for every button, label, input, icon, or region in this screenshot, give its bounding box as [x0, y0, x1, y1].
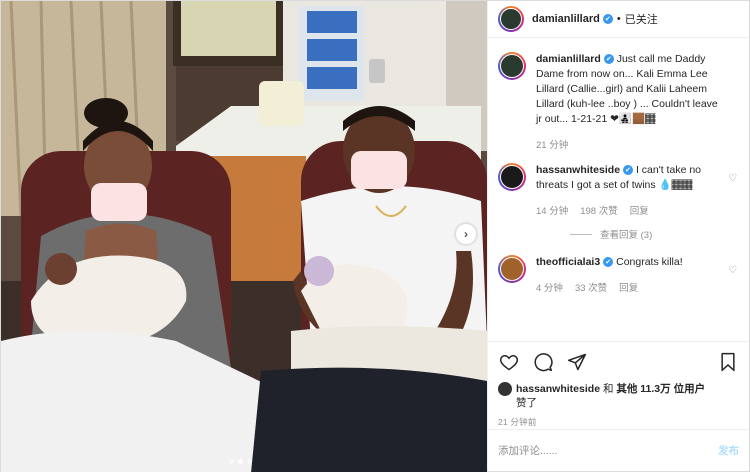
post-side-panel: damianlillard ✔ • 已关注 damianlillard ✔ Jus…	[487, 1, 749, 471]
carousel-next-button[interactable]: ›	[456, 224, 476, 244]
view-replies-label: 查看回复 (3)	[600, 230, 653, 241]
post-photo[interactable]: ›	[1, 1, 487, 472]
post-comment-button[interactable]: 发布	[718, 443, 739, 458]
reply-button[interactable]: 回复	[619, 280, 638, 294]
likes-text: hassanwhiteside 和 其他 11.3万 位用户 赞了	[516, 382, 705, 410]
caption: damianlillard ✔ Just call me Daddy Dame f…	[498, 52, 739, 151]
comment-time[interactable]: 14 分钟	[536, 203, 568, 217]
avatar[interactable]	[498, 6, 524, 32]
likes-summary[interactable]: hassanwhiteside 和 其他 11.3万 位用户 赞了	[498, 382, 739, 410]
caption-meta: 21 分钟	[536, 137, 719, 151]
avatar[interactable]	[498, 163, 526, 191]
post-header: damianlillard ✔ • 已关注	[488, 1, 749, 38]
follow-status-button[interactable]: 已关注	[625, 11, 658, 27]
carousel-dot	[229, 459, 234, 464]
caption-body: damianlillard ✔ Just call me Daddy Dame f…	[536, 52, 739, 151]
caption-time[interactable]: 21 分钟	[536, 137, 568, 151]
avatar[interactable]	[498, 52, 526, 80]
chevron-right-icon: ›	[464, 227, 468, 241]
comment-username[interactable]: hassanwhiteside	[536, 164, 620, 176]
avatar-image	[500, 54, 524, 78]
likes-suffix: 赞了	[516, 397, 537, 409]
carousel-dot	[247, 459, 252, 464]
comment-text-block: hassanwhiteside ✔ I can't take no threats…	[536, 163, 719, 193]
caption-username[interactable]: damianlillard	[536, 53, 601, 65]
bookmark-icon[interactable]	[717, 351, 739, 373]
comment-body: hassanwhiteside ✔ I can't take no threats…	[536, 163, 739, 217]
comment-icon[interactable]	[532, 351, 554, 373]
carousel-dot-active	[238, 459, 243, 464]
comments-list[interactable]: damianlillard ✔ Just call me Daddy Dame f…	[488, 38, 749, 341]
comment-likes[interactable]: 198 次赞	[580, 203, 618, 217]
likes-others[interactable]: 其他 11.3万 位用户	[616, 383, 705, 395]
comment-item: hassanwhiteside ✔ I can't take no threats…	[498, 163, 739, 217]
comment-text: Congrats killa!	[616, 256, 683, 268]
header-separator: •	[616, 13, 621, 25]
photo-illustration	[1, 1, 487, 472]
comment-text-block: theofficialai3 ✔ Congrats killa!	[536, 255, 719, 270]
carousel-indicator	[229, 459, 252, 464]
view-replies-button[interactable]: 查看回复 (3)	[570, 227, 739, 241]
verified-badge-icon: ✔	[603, 54, 614, 65]
comment-time[interactable]: 4 分钟	[536, 280, 563, 294]
share-icon[interactable]	[566, 351, 588, 373]
comment-item: theofficialai3 ✔ Congrats killa! 4 分钟 33 …	[498, 255, 739, 294]
avatar-image	[500, 257, 524, 281]
verified-badge-icon: ✔	[602, 14, 613, 24]
verified-badge-icon: ✔	[623, 165, 634, 176]
avatar-image	[500, 8, 522, 30]
liker-username[interactable]: hassanwhiteside	[516, 383, 600, 395]
view-replies-line	[570, 233, 592, 235]
reply-button[interactable]: 回复	[630, 203, 649, 217]
comment-username[interactable]: theofficialai3	[536, 256, 600, 268]
caption-text-block: damianlillard ✔ Just call me Daddy Dame f…	[536, 52, 719, 127]
liker-avatar	[498, 382, 512, 396]
avatar[interactable]	[498, 255, 526, 283]
heart-icon[interactable]	[498, 351, 520, 373]
comment-input[interactable]	[498, 444, 718, 457]
comment-like-heart-icon[interactable]: ♡	[728, 173, 737, 184]
comment-body: theofficialai3 ✔ Congrats killa! 4 分钟 33 …	[536, 255, 739, 294]
comment-like-heart-icon[interactable]: ♡	[728, 265, 737, 276]
action-icons-row	[498, 350, 739, 374]
verified-badge-icon: ✔	[603, 257, 614, 268]
avatar-image	[500, 165, 524, 189]
comment-meta: 4 分钟 33 次赞 回复	[536, 280, 719, 294]
post-timestamp[interactable]: 21 分钟前	[498, 416, 739, 428]
comment-likes[interactable]: 33 次赞	[575, 280, 607, 294]
comment-meta: 14 分钟 198 次赞 回复	[536, 203, 719, 217]
instagram-post: › damianlillard ✔ • 已关注 damianlillard ✔ …	[0, 0, 750, 472]
add-comment-bar: 发布	[488, 429, 749, 471]
post-actions: hassanwhiteside 和 其他 11.3万 位用户 赞了 21 分钟前	[488, 341, 749, 429]
header-username[interactable]: damianlillard	[532, 13, 600, 25]
likes-and: 和	[602, 383, 614, 395]
